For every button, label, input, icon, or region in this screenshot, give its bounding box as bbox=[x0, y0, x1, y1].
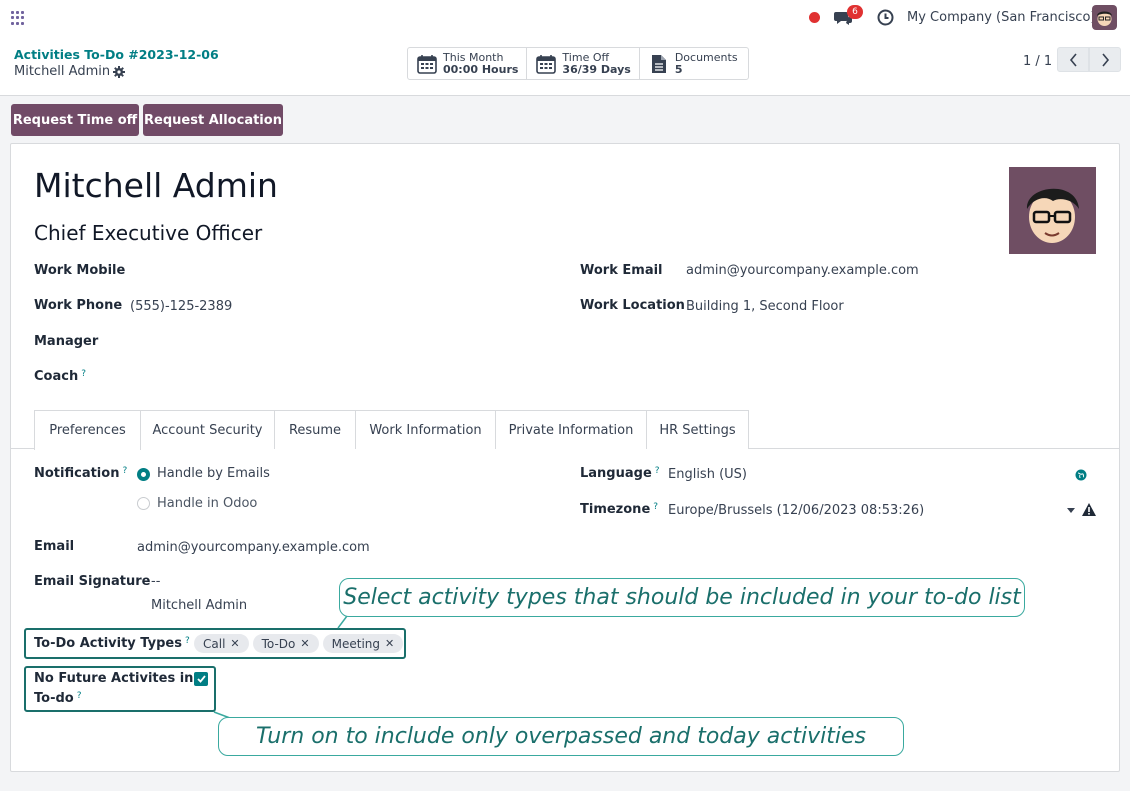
document-icon bbox=[651, 54, 666, 73]
gear-icon[interactable] bbox=[113, 66, 125, 78]
tag-label: Meeting bbox=[331, 636, 381, 651]
tab-hr-settings[interactable]: HR Settings bbox=[647, 410, 749, 449]
no-future-checkbox[interactable] bbox=[194, 672, 208, 686]
signature-name[interactable]: Mitchell Admin bbox=[151, 598, 247, 613]
radio-label-handle-in-odoo[interactable]: Handle in Odoo bbox=[157, 496, 257, 511]
notification-label-wrap: Notification? bbox=[34, 466, 127, 481]
checkmark-icon bbox=[196, 675, 206, 683]
coach-label: Coach bbox=[34, 369, 79, 384]
help-tooltip-icon[interactable]: ? bbox=[653, 502, 658, 512]
calendar-icon bbox=[417, 54, 437, 74]
smart-button-value: 5 bbox=[674, 62, 683, 76]
smart-button-documents[interactable]: Documents 5 bbox=[640, 48, 748, 79]
tag-meeting[interactable]: Meeting ✕ bbox=[322, 634, 404, 653]
timezone-label-wrap: Timezone? bbox=[580, 502, 658, 517]
radio-handle-in-odoo[interactable] bbox=[137, 497, 150, 510]
control-panel: Activities To-Do #2023-12-06 Mitchell Ad… bbox=[0, 36, 1130, 96]
work-email-label: Work Email bbox=[580, 263, 663, 278]
timezone-select[interactable]: Europe/Brussels (12/06/2023 08:53:26) bbox=[668, 503, 924, 518]
tag-remove-icon[interactable]: ✕ bbox=[385, 637, 394, 650]
pager-next-button[interactable] bbox=[1089, 47, 1121, 72]
todo-types-label: To-Do Activity Types bbox=[34, 636, 182, 651]
smart-button-title: Documents bbox=[674, 50, 738, 64]
work-phone-field[interactable]: (555)-125-2389 bbox=[130, 299, 232, 314]
work-phone-label: Work Phone bbox=[34, 298, 123, 313]
radio-label-handle-by-emails[interactable]: Handle by Emails bbox=[157, 466, 270, 481]
tab-private-information[interactable]: Private Information bbox=[496, 410, 647, 449]
signature-dashes[interactable]: -- bbox=[151, 574, 160, 589]
email-label: Email bbox=[34, 539, 75, 554]
caret-down-icon[interactable] bbox=[1067, 508, 1075, 513]
chat-badge: 6 bbox=[847, 5, 863, 19]
help-tooltip-icon[interactable]: ? bbox=[122, 466, 127, 476]
notification-label: Notification bbox=[34, 466, 120, 481]
smart-button-title: Time Off bbox=[562, 50, 610, 64]
tag-call[interactable]: Call ✕ bbox=[194, 634, 249, 653]
coach-label-wrap: Coach? bbox=[34, 369, 86, 384]
email-field[interactable]: admin@yourcompany.example.com bbox=[137, 540, 370, 555]
globe-icon[interactable] bbox=[1075, 469, 1087, 481]
work-mobile-label: Work Mobile bbox=[34, 263, 126, 278]
smart-button-title: This Month bbox=[443, 50, 504, 64]
chevron-right-icon bbox=[1101, 52, 1109, 67]
request-allocation-button[interactable]: Request Allocation bbox=[143, 104, 283, 136]
todo-types-tags[interactable]: Call ✕ To-Do ✕ Meeting ✕ bbox=[194, 634, 404, 653]
radio-handle-by-emails[interactable] bbox=[137, 468, 150, 481]
smart-button-value: 36/39 Days bbox=[562, 62, 631, 76]
tab-resume[interactable]: Resume bbox=[275, 410, 356, 449]
top-navbar: 6 My Company (San Francisco) bbox=[0, 0, 1130, 36]
breadcrumb-current: Mitchell Admin bbox=[14, 64, 111, 79]
smart-buttons: This Month 00:00 Hours Time Off 36/39 Da… bbox=[407, 47, 749, 80]
language-label-wrap: Language? bbox=[580, 466, 660, 481]
callout-activity-types: Select activity types that should be inc… bbox=[339, 578, 1025, 617]
help-tooltip-icon[interactable]: ? bbox=[185, 636, 190, 646]
tag-to-do[interactable]: To-Do ✕ bbox=[252, 634, 319, 653]
tab-work-information[interactable]: Work Information bbox=[356, 410, 496, 449]
work-location-field[interactable]: Building 1, Second Floor bbox=[686, 299, 844, 314]
warning-icon[interactable] bbox=[1082, 503, 1096, 516]
user-avatar[interactable] bbox=[1092, 5, 1117, 30]
tag-label: To-Do bbox=[261, 636, 296, 651]
smart-button-value: 00:00 Hours bbox=[443, 62, 519, 76]
timezone-label: Timezone bbox=[580, 502, 651, 517]
manager-label: Manager bbox=[34, 334, 99, 349]
callout-no-future: Turn on to include only overpassed and t… bbox=[218, 717, 904, 756]
request-time-off-button[interactable]: Request Time off bbox=[11, 104, 139, 136]
clock-icon[interactable] bbox=[877, 9, 894, 26]
language-select[interactable]: English (US) bbox=[668, 467, 747, 482]
tag-remove-icon[interactable]: ✕ bbox=[230, 637, 239, 650]
record-indicator-icon[interactable] bbox=[809, 12, 820, 23]
breadcrumb-parent-link[interactable]: Activities To-Do #2023-12-06 bbox=[14, 47, 219, 62]
no-future-label-line1: No Future Activites in bbox=[34, 671, 194, 686]
help-tooltip-icon[interactable]: ? bbox=[655, 466, 660, 476]
help-tooltip-icon[interactable]: ? bbox=[77, 691, 82, 701]
employee-name[interactable]: Mitchell Admin bbox=[34, 166, 278, 205]
todo-types-label-wrap: To-Do Activity Types? bbox=[34, 636, 190, 651]
apps-menu-icon[interactable] bbox=[11, 11, 25, 25]
calendar-icon bbox=[536, 54, 557, 74]
company-switcher[interactable]: My Company (San Francisco) bbox=[907, 10, 1095, 25]
chevron-left-icon bbox=[1069, 52, 1077, 67]
tag-label: Call bbox=[203, 636, 226, 651]
no-future-label-line2-wrap: To-do? bbox=[34, 691, 82, 706]
smart-button-time-off[interactable]: Time Off 36/39 Days bbox=[527, 48, 640, 79]
language-label: Language bbox=[580, 466, 652, 481]
help-tooltip-icon[interactable]: ? bbox=[81, 369, 86, 379]
tab-account-security[interactable]: Account Security bbox=[141, 410, 275, 449]
tag-remove-icon[interactable]: ✕ bbox=[300, 637, 309, 650]
pager-previous-button[interactable] bbox=[1057, 47, 1089, 72]
smart-button-this-month[interactable]: This Month 00:00 Hours bbox=[408, 48, 528, 79]
pager-value[interactable]: 1 / 1 bbox=[1023, 54, 1052, 69]
employee-photo[interactable] bbox=[1009, 167, 1096, 254]
no-future-label-line2: To-do bbox=[34, 691, 74, 706]
employee-job-title[interactable]: Chief Executive Officer bbox=[34, 221, 262, 245]
work-location-label: Work Location bbox=[580, 298, 685, 313]
email-signature-label: Email Signature bbox=[34, 574, 151, 589]
tab-preferences[interactable]: Preferences bbox=[34, 410, 141, 450]
notebook-tabs: Preferences Account Security Resume Work… bbox=[11, 410, 1119, 450]
work-email-field[interactable]: admin@yourcompany.example.com bbox=[686, 263, 919, 278]
